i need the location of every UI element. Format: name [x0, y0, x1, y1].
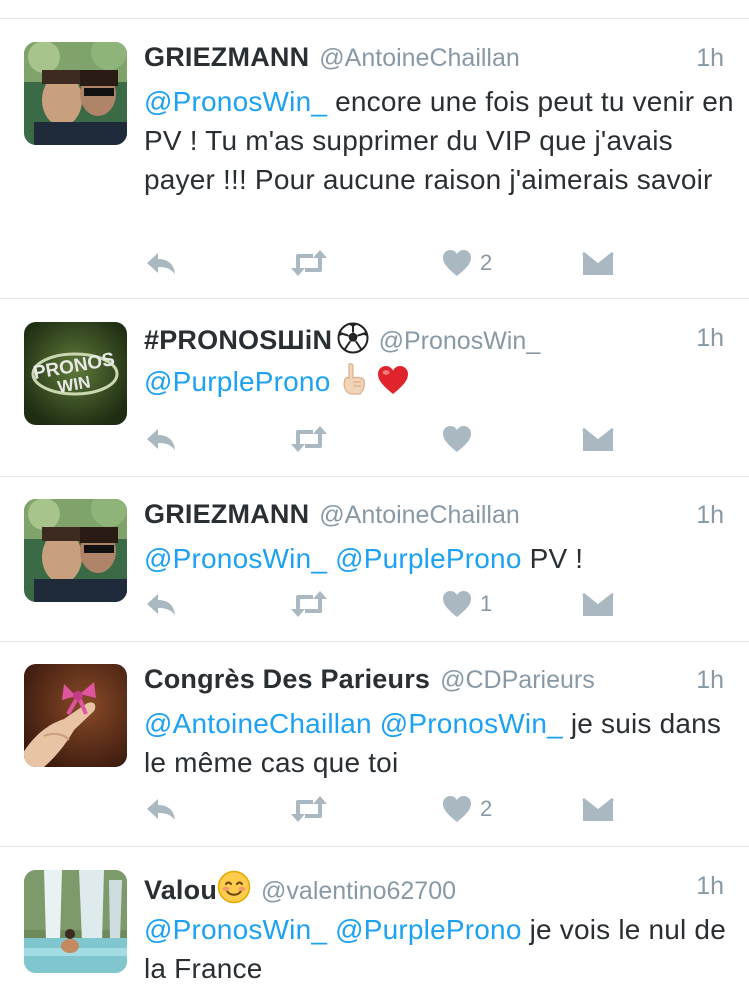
reply-icon: [147, 429, 175, 450]
retweet-icon: [291, 796, 327, 822]
display-name[interactable]: #PRONOSШiN: [144, 325, 332, 355]
envelope-icon: [582, 592, 614, 616]
envelope-icon: [582, 251, 614, 275]
direct-message-button[interactable]: [582, 586, 614, 622]
user-handle[interactable]: @PronosWin_: [379, 327, 541, 355]
display-name[interactable]: Congrès Des Parieurs: [144, 664, 430, 694]
like-button[interactable]: 2: [442, 791, 492, 827]
heart-icon: [443, 796, 471, 822]
pronos-win-logo: PRONOS WIN: [24, 322, 127, 425]
envelope-icon: [582, 797, 614, 821]
like-button[interactable]: 1: [442, 586, 492, 622]
timestamp[interactable]: 1h: [696, 324, 724, 353]
heart-icon: [443, 250, 471, 276]
heart-icon: [443, 591, 471, 617]
tweet-header: Valou @valentino62700 1h: [144, 870, 734, 910]
display-name[interactable]: Valou: [144, 875, 217, 905]
reply-button[interactable]: [144, 421, 178, 457]
tweet-header: GRIEZMANN @AntoineChaillan 1h: [144, 42, 734, 82]
retweet-button[interactable]: [289, 421, 329, 457]
heart-icon: [443, 426, 471, 452]
smiling-face-icon: [217, 870, 251, 909]
mention-link[interactable]: @PronosWin_ @PurpleProno: [144, 914, 522, 945]
retweet-button[interactable]: [289, 586, 329, 622]
user-handle[interactable]: @AntoineChaillan: [319, 44, 520, 72]
waterfall-photo: [24, 870, 127, 973]
avatar[interactable]: PRONOS WIN: [24, 322, 127, 425]
like-count: 1: [480, 591, 493, 616]
mention-link[interactable]: @AntoineChaillan @PronosWin_: [144, 708, 563, 739]
tweet-header: Congrès Des Parieurs @CDParieurs 1h: [144, 664, 734, 704]
timestamp[interactable]: 1h: [696, 872, 724, 901]
divider: [0, 476, 749, 477]
tweet-content: Congrès Des Parieurs @CDParieurs 1h @Anto…: [144, 664, 734, 782]
timestamp[interactable]: 1h: [696, 501, 724, 530]
avatar[interactable]: [24, 870, 127, 973]
like-button[interactable]: 2: [442, 245, 492, 281]
reply-button[interactable]: [144, 586, 178, 622]
tweet-content: GRIEZMANN @AntoineChaillan 1h @PronosWin_…: [144, 499, 734, 578]
soccer-ball-icon: [337, 322, 369, 359]
pointing-up-icon: [338, 362, 368, 406]
divider: [0, 18, 749, 19]
tweet-actions: 2: [144, 791, 624, 827]
selfie-photo: [24, 499, 127, 602]
divider: [0, 846, 749, 847]
timestamp[interactable]: 1h: [696, 44, 724, 73]
mention-link[interactable]: @PurpleProno: [144, 366, 330, 397]
divider: [0, 298, 749, 299]
timestamp[interactable]: 1h: [696, 666, 724, 695]
tweet-timeline: GRIEZMANN @AntoineChaillan 1h @PronosWin_…: [0, 0, 749, 999]
mention-link[interactable]: @PronosWin_: [144, 86, 327, 117]
tweet-text: @PronosWin_ encore une fois peut tu veni…: [144, 82, 734, 199]
retweet-icon: [291, 250, 327, 276]
tweet-text: @PronosWin_ @PurpleProno je vois le nul …: [144, 910, 734, 988]
retweet-icon: [291, 591, 327, 617]
red-heart-icon: [376, 364, 410, 406]
retweet-icon: [291, 426, 327, 452]
mention-link[interactable]: @PronosWin_ @PurpleProno: [144, 543, 522, 574]
reply-icon: [147, 799, 175, 820]
divider: [0, 641, 749, 642]
avatar[interactable]: [24, 499, 127, 602]
ribbon-finger-photo: [24, 664, 127, 767]
tweet-actions: 1: [144, 586, 624, 622]
direct-message-button[interactable]: [582, 791, 614, 827]
tweet-content: #PRONOSШiN @PronosWin_ 1h @PurpleProno: [144, 322, 734, 406]
retweet-button[interactable]: [289, 791, 329, 827]
tweet-text-segment: PV !: [521, 543, 584, 574]
direct-message-button[interactable]: [582, 421, 614, 457]
tweet-header: #PRONOSШiN @PronosWin_ 1h: [144, 322, 734, 362]
tweet-text: @AntoineChaillan @PronosWin_ je suis dan…: [144, 704, 734, 782]
like-count: 2: [480, 250, 493, 275]
reply-icon: [147, 594, 175, 615]
tweet-text: @PurpleProno: [144, 362, 734, 406]
user-handle[interactable]: @AntoineChaillan: [319, 501, 520, 529]
retweet-button[interactable]: [289, 245, 329, 281]
user-handle[interactable]: @CDParieurs: [440, 666, 595, 694]
display-name[interactable]: GRIEZMANN: [144, 42, 309, 72]
reply-button[interactable]: [144, 791, 178, 827]
tweet-content: GRIEZMANN @AntoineChaillan 1h @PronosWin_…: [144, 42, 734, 199]
avatar[interactable]: [24, 664, 127, 767]
tweet-header: GRIEZMANN @AntoineChaillan 1h: [144, 499, 734, 539]
reply-button[interactable]: [144, 245, 178, 281]
selfie-photo: [24, 42, 127, 145]
user-handle[interactable]: @valentino62700: [261, 877, 456, 905]
display-name[interactable]: GRIEZMANN: [144, 499, 309, 529]
reply-icon: [147, 253, 175, 274]
avatar[interactable]: [24, 42, 127, 145]
tweet-text: @PronosWin_ @PurpleProno PV !: [144, 539, 734, 578]
tweet-content: Valou @valentino62700 1h @PronosWin_ @Pu…: [144, 870, 734, 988]
like-button[interactable]: [442, 421, 480, 457]
direct-message-button[interactable]: [582, 245, 614, 281]
envelope-icon: [582, 427, 614, 451]
tweet-actions: 2: [144, 245, 624, 281]
like-count: 2: [480, 796, 493, 821]
tweet-actions: [144, 421, 624, 457]
